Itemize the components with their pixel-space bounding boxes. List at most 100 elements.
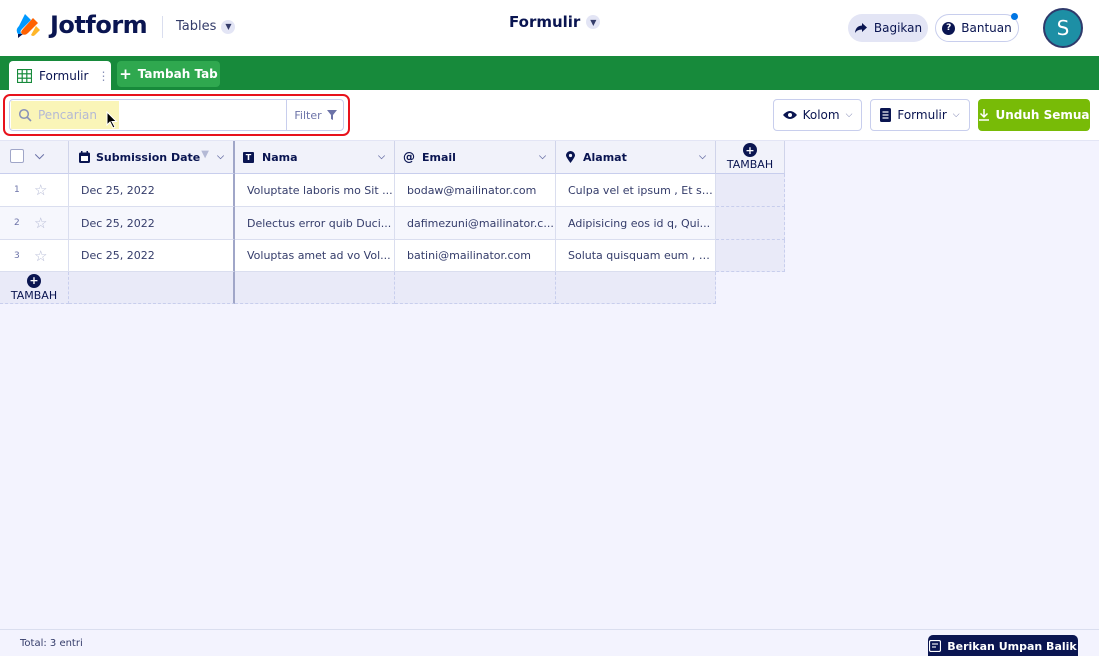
share-button[interactable]: Bagikan	[848, 14, 928, 42]
columns-button[interactable]: Kolom ⌵	[773, 99, 862, 131]
form-title-button[interactable]: Formulir ▼	[509, 13, 601, 31]
table-cell[interactable]: Culpa vel et ipsum , Et si...	[556, 174, 716, 207]
table-cell[interactable]: Dec 25, 2022	[69, 207, 235, 240]
column-header-email[interactable]: @ Email ⌵	[395, 141, 556, 174]
header-divider	[162, 16, 163, 38]
table-cell[interactable]: Dec 25, 2022	[69, 240, 235, 272]
chevron-down-icon[interactable]: ⌵	[35, 148, 44, 163]
cell-alamat: Soluta quisquam eum , E...	[568, 249, 715, 262]
download-all-button[interactable]: Unduh Semua	[978, 99, 1090, 131]
table-cell[interactable]: Delectus error quib Duci...	[235, 207, 395, 240]
cell-email: dafimezuni@mailinator.c...	[407, 216, 554, 230]
toolbar: Filter Kolom ⌵ Formulir ⌵ Unduh Semua	[0, 90, 1099, 141]
text-type-icon: T	[243, 151, 254, 163]
columns-label: Kolom	[802, 108, 840, 122]
tab-formulir[interactable]: Formulir ⋮	[9, 61, 111, 90]
row-number: 1	[14, 185, 20, 195]
row-number: 2	[14, 218, 20, 228]
add-row-label: TAMBAH	[10, 288, 58, 302]
star-icon[interactable]: ☆	[34, 247, 47, 265]
table-cell[interactable]: Soluta quisquam eum , E...	[556, 240, 716, 272]
table-cell[interactable]: dafimezuni@mailinator.c...	[395, 207, 556, 240]
column-header-nama[interactable]: T Nama ⌵	[235, 141, 395, 174]
cell-nama: Delectus error quib Duci...	[247, 216, 392, 230]
row-header: 1 ☆	[0, 174, 69, 207]
help-label: Bantuan	[961, 21, 1012, 35]
download-all-label: Unduh Semua	[995, 108, 1090, 122]
brand-name[interactable]: Jotform	[50, 11, 148, 39]
share-arrow-icon	[854, 23, 867, 33]
table-cell[interactable]: batini@mailinator.com	[395, 240, 556, 272]
share-label: Bagikan	[873, 21, 923, 35]
entry-count: Total: 3 entri	[20, 638, 83, 649]
filter-funnel-icon	[326, 110, 337, 120]
empty-cell	[235, 272, 395, 304]
add-column-button[interactable]: + TAMBAH	[716, 141, 785, 174]
column-label: Email	[422, 150, 456, 164]
tables-menu-button[interactable]: Tables ▼	[176, 19, 236, 34]
row-number: 3	[14, 250, 20, 261]
add-tab-button[interactable]: + Tambah Tab	[117, 61, 220, 87]
tab-label: Formulir	[39, 68, 89, 83]
download-icon	[979, 109, 990, 121]
chevron-down-icon: ▼	[586, 15, 601, 29]
filter-label: Filter	[294, 108, 322, 122]
more-vertical-icon[interactable]: ⋮	[97, 70, 109, 82]
pin-icon[interactable]: ▼	[201, 149, 209, 160]
column-header-submission-date[interactable]: Submission Date ▼ ⌵	[69, 141, 235, 174]
location-pin-icon	[566, 151, 575, 163]
empty-cell	[716, 240, 785, 272]
form-title: Formulir	[509, 13, 581, 31]
search-box: Filter	[9, 99, 344, 131]
star-icon[interactable]: ☆	[34, 214, 47, 232]
column-label: Submission Date	[96, 150, 201, 164]
at-sign-icon: @	[403, 150, 415, 164]
add-column-label: TAMBAH	[726, 158, 774, 171]
form-view-button[interactable]: Formulir ⌵	[870, 99, 970, 131]
empty-cell	[556, 272, 716, 304]
notification-dot	[1011, 13, 1018, 20]
cell-nama: Voluptas amet ad vo Vol...	[247, 249, 391, 262]
column-header-alamat[interactable]: Alamat ⌵	[556, 141, 716, 174]
cell-email: batini@mailinator.com	[407, 249, 532, 262]
add-row-button[interactable]: + TAMBAH	[0, 272, 69, 304]
plus-circle-icon: +	[743, 143, 757, 157]
cell-alamat: Culpa vel et ipsum , Et si...	[568, 183, 715, 197]
table-cell[interactable]: Voluptate laboris mo Sit ...	[235, 174, 395, 207]
feedback-button[interactable]: Berikan Umpan Balik	[928, 635, 1078, 656]
status-bar: Total: 3 entri Berikan Umpan Balik	[0, 629, 1099, 656]
empty-cell	[716, 174, 785, 207]
table-cell[interactable]: bodaw@mailinator.com	[395, 174, 556, 207]
table-cell[interactable]: Dec 25, 2022	[69, 174, 235, 207]
column-label: Nama	[262, 150, 298, 164]
cell-nama: Voluptate laboris mo Sit ...	[247, 183, 393, 197]
jotform-logo-icon[interactable]	[16, 12, 40, 38]
cell-submission-date: Dec 25, 2022	[81, 183, 155, 197]
chevron-down-icon[interactable]: ⌵	[217, 152, 224, 162]
app-header: Jotform Tables ▼ Formulir ▼ Bagikan ? Ba…	[0, 0, 1099, 56]
chevron-down-icon[interactable]: ⌵	[539, 152, 546, 162]
chevron-down-icon: ⌵	[952, 110, 960, 120]
chevron-down-icon[interactable]: ⌵	[378, 152, 385, 162]
question-icon: ?	[942, 21, 956, 35]
empty-cell	[395, 272, 556, 304]
cell-email: bodaw@mailinator.com	[407, 183, 537, 197]
star-icon[interactable]: ☆	[34, 181, 47, 199]
eye-icon	[782, 111, 797, 119]
row-header: 2 ☆	[0, 207, 69, 240]
table-cell[interactable]: Adipisicing eos id q, Qui...	[556, 207, 716, 240]
add-tab-label: Tambah Tab	[137, 67, 218, 81]
cell-submission-date: Dec 25, 2022	[81, 216, 155, 230]
calendar-icon	[79, 151, 90, 163]
form-document-icon	[880, 108, 892, 122]
search-input[interactable]	[10, 100, 286, 130]
table-cell[interactable]: Voluptas amet ad vo Vol...	[235, 240, 395, 272]
avatar[interactable]: S	[1043, 8, 1083, 48]
select-all-checkbox[interactable]	[10, 149, 24, 163]
help-button[interactable]: ? Bantuan	[935, 13, 1019, 42]
chevron-down-icon[interactable]: ⌵	[699, 152, 706, 162]
chevron-down-icon: ⌵	[845, 110, 853, 120]
mouse-cursor-icon	[106, 111, 118, 129]
filter-button[interactable]: Filter	[286, 100, 343, 130]
cell-submission-date: Dec 25, 2022	[81, 249, 155, 262]
